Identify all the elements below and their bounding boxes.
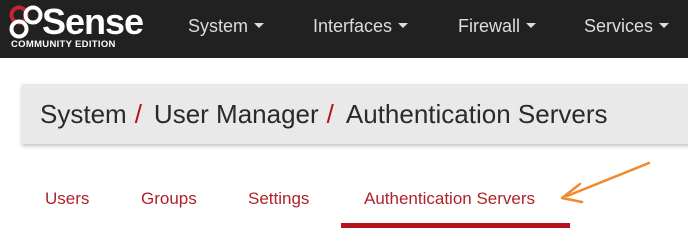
top-navbar: Sense COMMUNITY EDITION System Interface… [0,0,688,58]
breadcrumb-item-user-manager[interactable]: User Manager [154,99,319,129]
caret-down-icon [398,22,409,28]
page-title: System / User Manager / Authentication Serve… [40,84,607,144]
caret-down-icon [659,22,670,28]
breadcrumb-item-system[interactable]: System [40,99,127,129]
logo-edition-label: COMMUNITY EDITION [11,39,116,50]
breadcrumb: System / User Manager / Authentication Serve… [22,84,688,144]
tab-authentication-servers[interactable]: Authentication Servers [364,186,535,212]
tab-settings[interactable]: Settings [248,186,309,212]
nav-menu-label: Firewall [458,16,521,36]
nav-menu-label: Interfaces [313,16,393,36]
breadcrumb-separator: / [326,99,334,129]
nav-menu-firewall[interactable]: Firewall [458,0,537,58]
breadcrumb-item-authentication-servers: Authentication Servers [345,99,608,129]
nav-menu-interfaces[interactable]: Interfaces [313,0,409,58]
caret-down-icon [526,22,537,28]
nav-menu-services[interactable]: Services [584,0,670,58]
active-tab-indicator [341,223,570,228]
caret-down-icon [254,22,265,28]
tab-users[interactable]: Users [45,186,89,212]
nav-menu-label: System [188,16,249,36]
nav-menu-label: Services [584,16,654,36]
tab-groups[interactable]: Groups [141,186,197,212]
breadcrumb-separator: / [134,99,142,129]
logo-wordmark: Sense [42,1,144,42]
pfsense-logo[interactable]: Sense COMMUNITY EDITION [8,1,150,53]
nav-menu-system[interactable]: System [188,0,265,58]
pf-logo-icon [9,5,43,39]
